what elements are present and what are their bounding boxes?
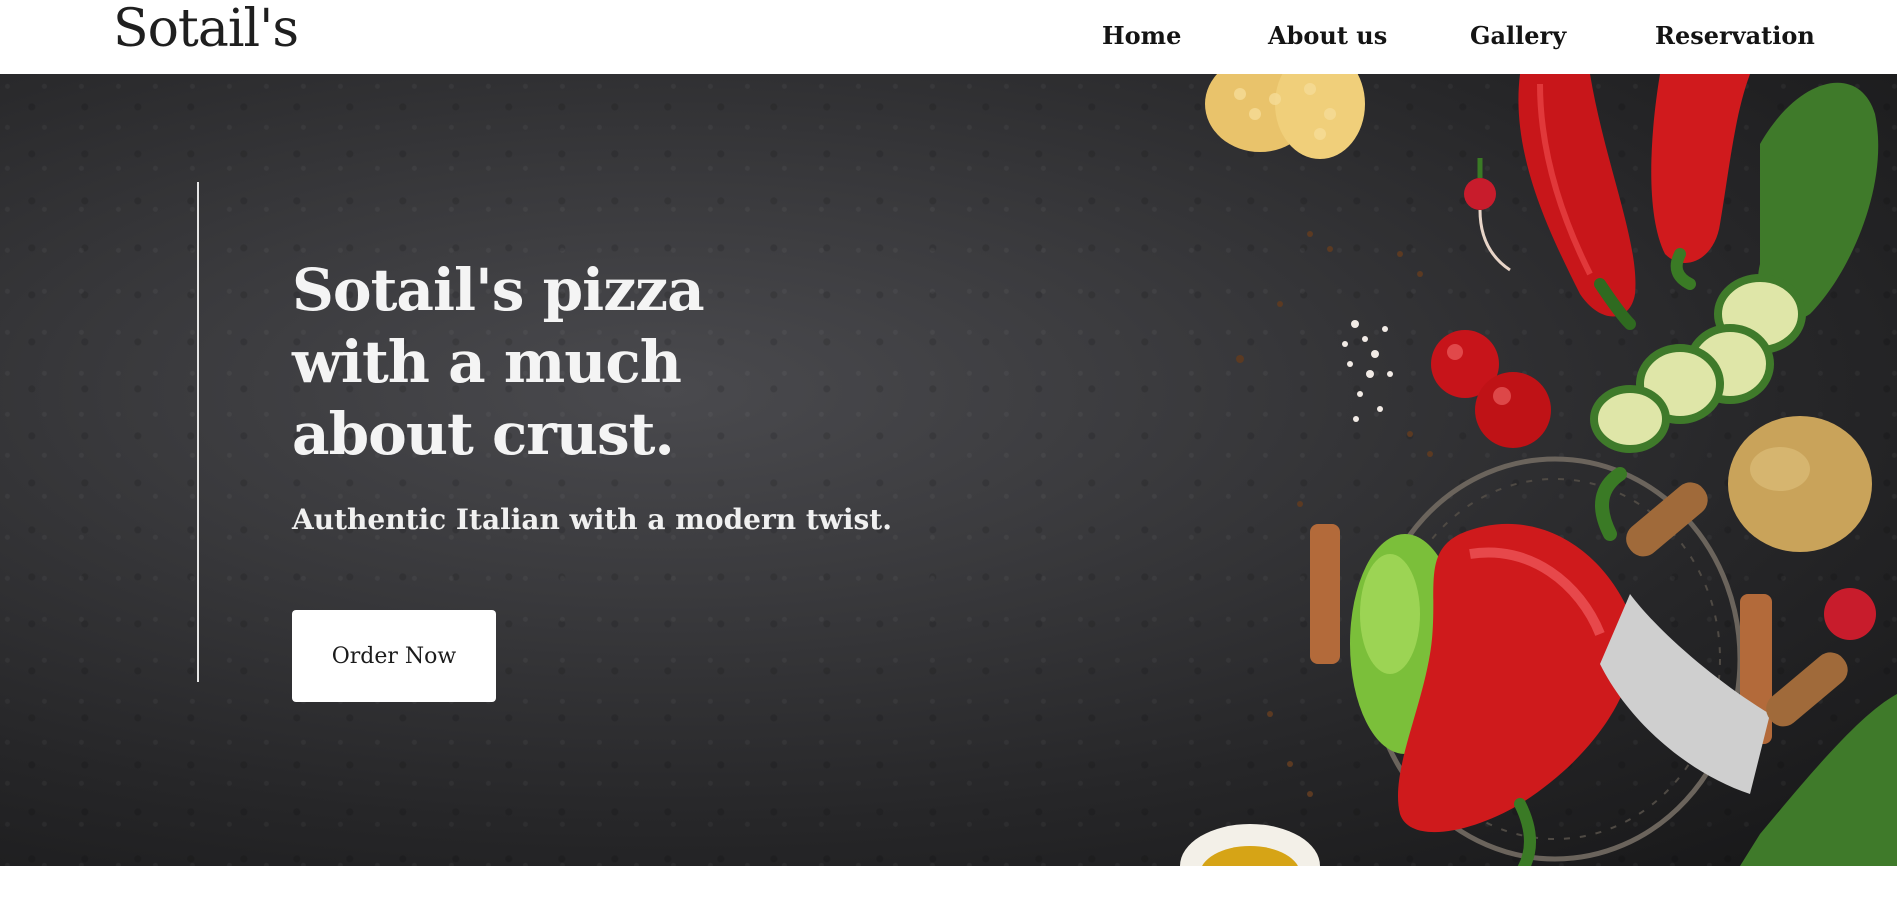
nav-reservation[interactable]: Reservation <box>1655 18 1815 54</box>
hero-headline-line-1: Sotail's pizza <box>292 256 705 324</box>
hero-headline: Sotail's pizza with a much about crust. <box>292 254 852 470</box>
hero-divider-line <box>197 182 199 682</box>
order-now-button[interactable]: Order Now <box>292 610 496 702</box>
nav-gallery[interactable]: Gallery <box>1470 18 1566 54</box>
nav-home[interactable]: Home <box>1102 18 1181 54</box>
red-pepper-icon <box>1518 74 1636 330</box>
vegetables-photo <box>1180 74 1897 866</box>
zucchini-icon <box>1590 82 1879 453</box>
salt-icon <box>1342 320 1393 422</box>
site-logo[interactable]: Sotail's <box>113 0 299 58</box>
hero-headline-line-2: with a much <box>292 328 682 396</box>
hero-section: Sotail's pizza with a much about crust. … <box>0 74 1897 866</box>
top-navigation-bar: Sotail's Home About us Gallery Reservati… <box>0 0 1897 74</box>
potato-icon <box>1728 416 1872 552</box>
hero-subtitle: Authentic Italian with a modern twist. <box>292 503 892 536</box>
nav-about-us[interactable]: About us <box>1268 18 1387 54</box>
page-bottom-strip <box>0 866 1897 902</box>
tomato-icon <box>1431 330 1551 448</box>
radish-icon <box>1824 588 1876 640</box>
hero-headline-line-3: about crust. <box>292 400 675 468</box>
red-pepper-icon <box>1651 74 1750 290</box>
radish-icon <box>1464 158 1511 272</box>
corn-icon <box>1205 74 1365 159</box>
red-pepper-icon <box>1397 467 1635 866</box>
oil-bowl-icon <box>1180 824 1320 866</box>
